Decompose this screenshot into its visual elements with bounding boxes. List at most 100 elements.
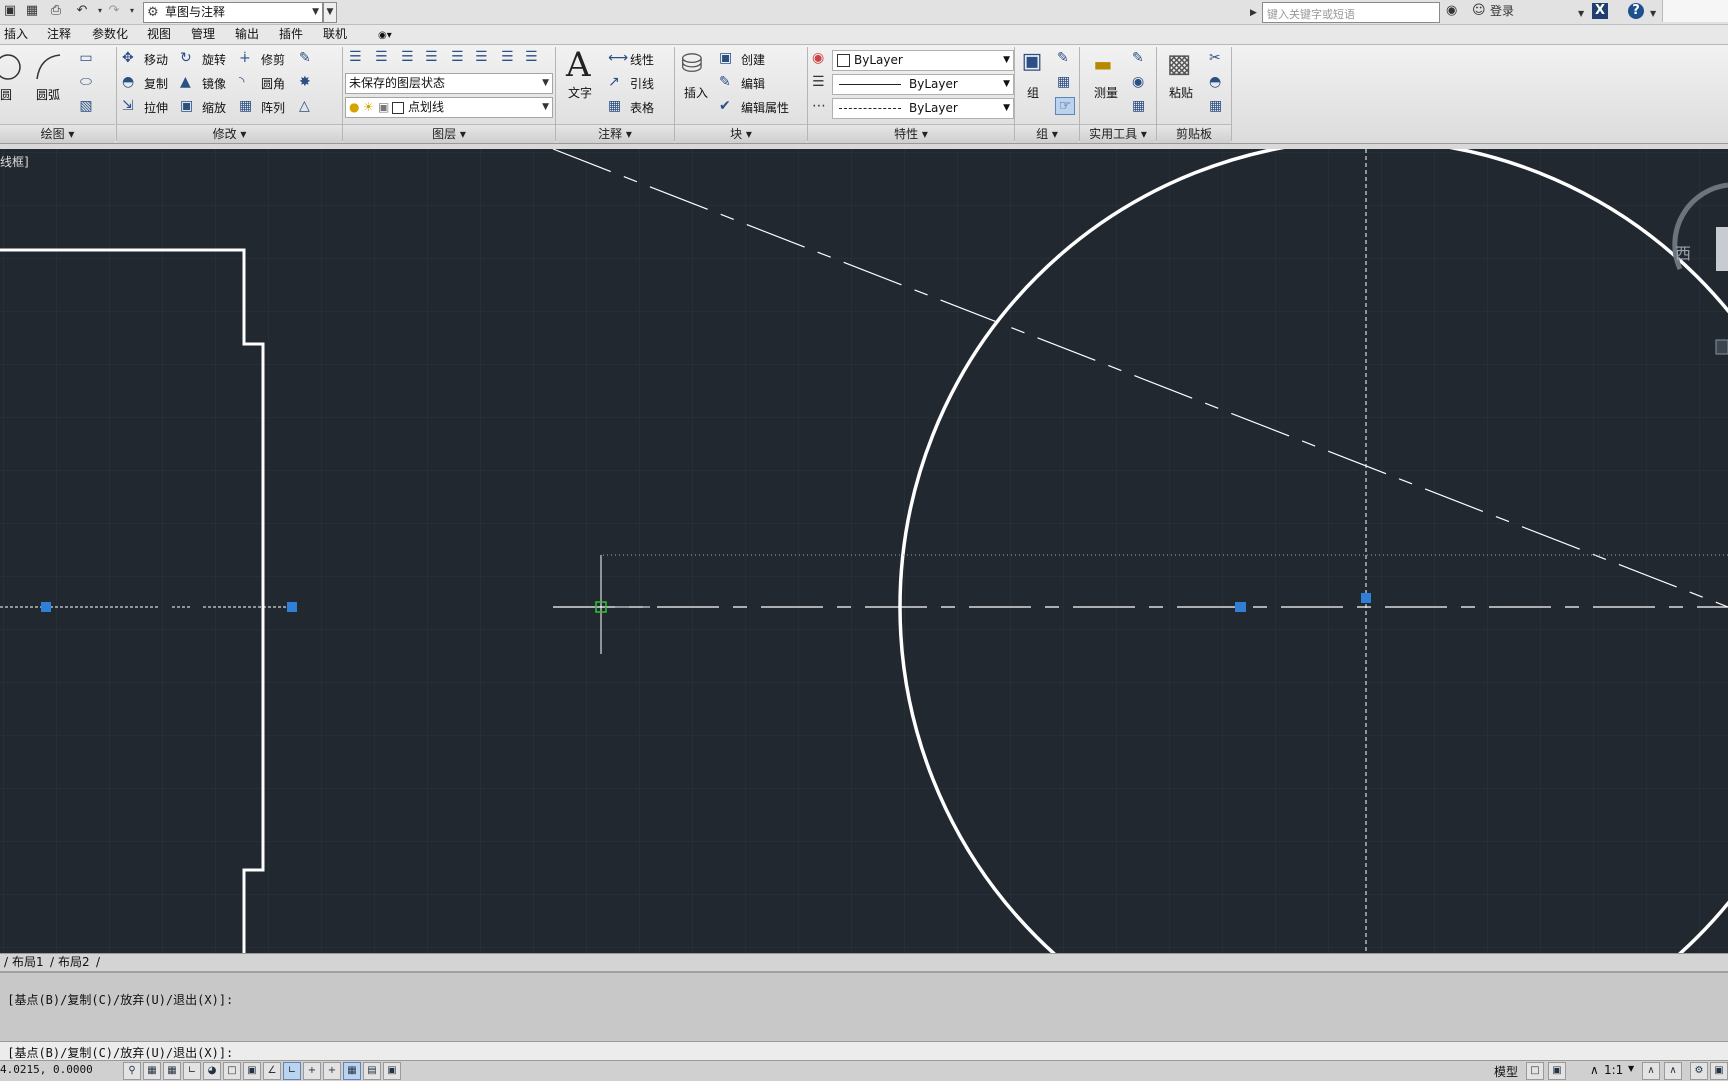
tab-layout2[interactable]: 布局2 (58, 955, 90, 970)
trim-button[interactable]: 修剪 (261, 52, 285, 68)
tab-insert[interactable]: 插入 (4, 27, 28, 42)
window-controls[interactable] (1662, 0, 1728, 22)
erase-icon[interactable]: ✎ (299, 50, 311, 66)
groups-panel-title[interactable]: 组 ▾ (1015, 124, 1079, 143)
measure-icon[interactable]: ▬ (1088, 53, 1118, 75)
mirror-icon[interactable]: ▲ (180, 74, 191, 90)
grip[interactable] (287, 602, 297, 612)
utilities-panel-title[interactable]: 实用工具 ▾ (1080, 124, 1156, 143)
leader-button[interactable]: 引线 (630, 76, 654, 92)
search-input[interactable]: 键入关键字或短语 (1262, 2, 1440, 23)
edit-block-icon[interactable]: ✎ (719, 74, 731, 90)
grid-display-icon[interactable]: ▦ (163, 1062, 181, 1080)
layer-icon[interactable]: ☰ (375, 49, 388, 65)
layer-dropdown[interactable]: ● ☀ ▣ 点划线 ▼ (345, 97, 553, 118)
ellipse-icon[interactable]: ⬭ (78, 74, 94, 90)
layer-icon[interactable]: ☰ (401, 49, 414, 65)
chevron-down-icon[interactable]: ▼ (1628, 1064, 1634, 1073)
text-icon[interactable]: A (566, 47, 591, 83)
annotation-scale-icon[interactable]: ∧ (1590, 1063, 1599, 1077)
dynamic-input-icon[interactable]: + (303, 1062, 321, 1080)
group-selection-icon[interactable]: ☞ (1055, 97, 1075, 115)
mirror-button[interactable]: 镜像 (202, 76, 226, 92)
arc-button-label[interactable]: 圆弧 (36, 87, 60, 103)
grip[interactable] (1361, 593, 1371, 603)
explode-icon[interactable]: ✸ (299, 74, 311, 90)
array-icon[interactable]: ▦ (239, 98, 252, 114)
rotate-icon[interactable]: ↻ (180, 50, 192, 66)
match-properties-icon[interactable]: ▦ (1209, 98, 1222, 114)
text-button[interactable]: 文字 (568, 85, 592, 101)
scale-icon[interactable]: ▣ (180, 98, 193, 114)
linear-button[interactable]: 线性 (630, 52, 654, 68)
model-space-label[interactable]: 模型 (1494, 1063, 1518, 1080)
exchange-icon[interactable]: X (1592, 3, 1608, 19)
layer-icon[interactable]: ☰ (425, 49, 438, 65)
trim-icon[interactable]: ∔ (239, 50, 251, 66)
quick-properties-icon[interactable]: ▤ (363, 1062, 381, 1080)
tab-annotate[interactable]: 注释 (47, 27, 71, 42)
customize-toolbar-button[interactable]: ▼ (323, 2, 337, 23)
snap-mode-icon[interactable]: ▦ (143, 1062, 161, 1080)
viewcube-icon[interactable] (1716, 227, 1728, 271)
tab-view[interactable]: 视图 (147, 27, 171, 42)
clipboard-panel-title[interactable]: 剪贴板 (1157, 124, 1231, 143)
leader-icon[interactable]: ↗ (608, 74, 620, 90)
copy-icon[interactable]: ◓ (122, 74, 134, 90)
tab-layout1[interactable]: 布局1 (12, 955, 44, 970)
wcs-icon[interactable] (1715, 339, 1728, 355)
cut-icon[interactable]: ✂ (1209, 50, 1221, 66)
measure-button[interactable]: 测量 (1094, 85, 1118, 101)
insert-button[interactable]: 插入 (684, 85, 708, 101)
paste-icon[interactable]: ▩ (1165, 49, 1193, 79)
dynamic-ucs-icon[interactable]: ∟ (283, 1062, 301, 1080)
grip[interactable] (41, 602, 51, 612)
help-icon[interactable]: ? (1628, 3, 1644, 19)
object-snap-icon[interactable]: □ (223, 1062, 241, 1080)
layer-icon[interactable]: ☰ (525, 49, 538, 65)
login-dropdown-icon[interactable]: ▼ (1578, 6, 1584, 22)
create-block-icon[interactable]: ▣ (719, 50, 732, 66)
rotate-button[interactable]: 旋转 (202, 52, 226, 68)
move-icon[interactable]: ✥ (122, 50, 134, 66)
polar-tracking-icon[interactable]: ◕ (203, 1062, 221, 1080)
quick-select-icon[interactable]: ✎ (1132, 50, 1144, 66)
properties-panel-title[interactable]: 特性 ▾ (808, 124, 1014, 143)
annotation-visibility-icon[interactable]: ∧ (1642, 1062, 1660, 1080)
tab-online[interactable]: 联机 (323, 27, 347, 42)
grip[interactable] (1235, 602, 1246, 612)
workspace-switch-icon[interactable]: ⚙ (1690, 1062, 1708, 1080)
redo-icon[interactable]: ↷ (106, 3, 122, 19)
layer-icon[interactable]: ☰ (475, 49, 488, 65)
group-edit-icon[interactable]: ▦ (1057, 74, 1070, 90)
rectangle-icon[interactable]: ▭ (78, 50, 94, 66)
group-icon[interactable]: ▣ (1019, 49, 1045, 75)
help-dropdown-icon[interactable]: ▼ (1650, 6, 1656, 22)
tab-plugins[interactable]: 插件 (279, 27, 303, 42)
fillet-button[interactable]: 圆角 (261, 76, 285, 92)
lock-ui-icon[interactable]: ▣ (1710, 1062, 1728, 1080)
point-style-icon[interactable]: ◉ (1132, 74, 1144, 90)
tab-parametric[interactable]: 参数化 (92, 27, 128, 42)
linear-dimension-icon[interactable]: ⟷ (608, 50, 628, 66)
layer-properties-icon[interactable]: ☰ (349, 49, 362, 65)
table-icon[interactable]: ▦ (608, 98, 621, 114)
tab-manage[interactable]: 管理 (191, 27, 215, 42)
edit-attributes-button[interactable]: 编辑属性 (741, 100, 789, 116)
group-button[interactable]: 组 (1027, 85, 1039, 101)
print-icon[interactable]: ⎙ (48, 3, 64, 19)
layer-state-dropdown[interactable]: 未保存的图层状态 ▼ (345, 73, 553, 94)
command-line-input[interactable]: 或 [基点(B)/复制(C)/放弃(U)/退出(X)]: (0, 1041, 1728, 1061)
workspace-selector[interactable]: ⚙ 草图与注释 ▼ (143, 2, 323, 23)
draw-panel-title[interactable]: 绘图 ▾ (0, 124, 115, 143)
stretch-button[interactable]: 拉伸 (144, 100, 168, 116)
fillet-icon[interactable]: ◝ (239, 74, 244, 90)
ortho-mode-icon[interactable]: ∟ (183, 1062, 201, 1080)
tab-output[interactable]: 输出 (235, 27, 259, 42)
coordinate-readout[interactable]: 4.0215, 0.0000 (0, 1063, 93, 1076)
drawing-canvas[interactable]: 西 (0, 149, 1728, 953)
user-icon[interactable]: ☺ (1472, 3, 1486, 19)
calculator-icon[interactable]: ▦ (1132, 98, 1145, 114)
circle-button-label[interactable]: 圆 (0, 87, 12, 103)
copy-clip-icon[interactable]: ◓ (1209, 74, 1221, 90)
